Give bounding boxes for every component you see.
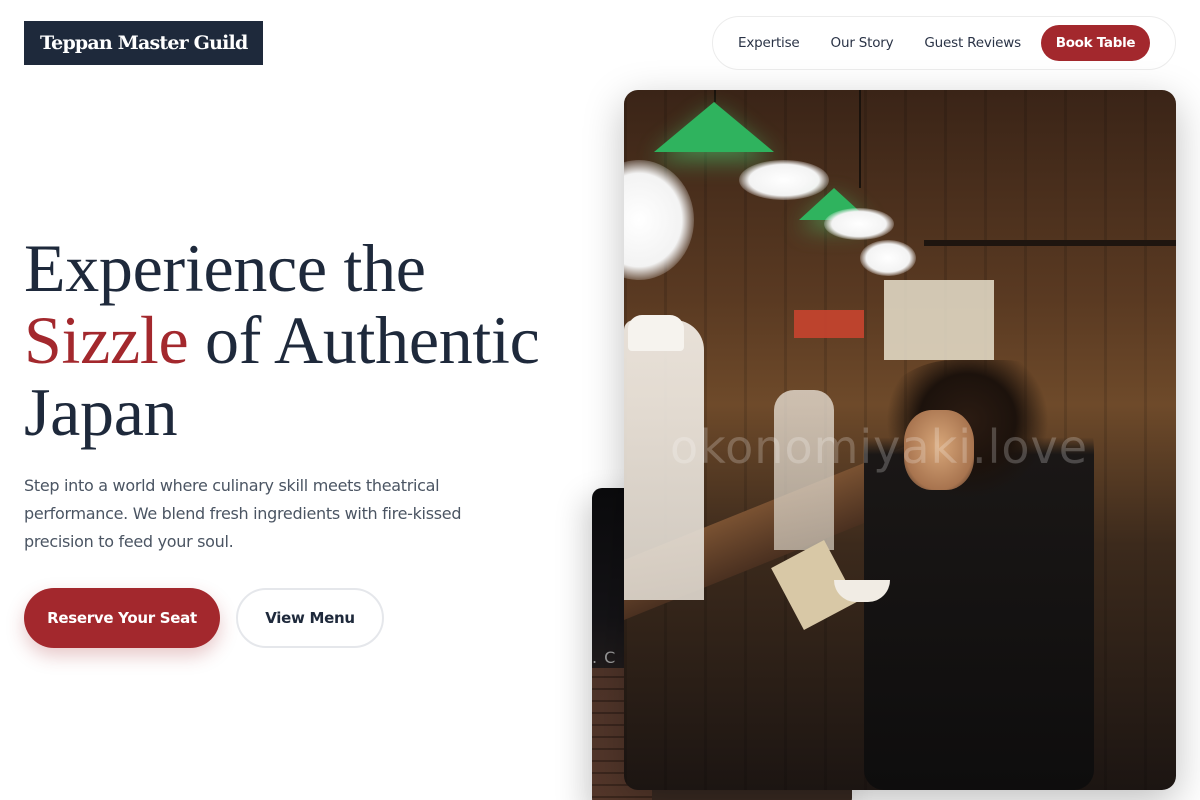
- red-sign: [794, 310, 864, 338]
- view-menu-button[interactable]: View Menu: [236, 588, 384, 648]
- nav-link-guest-reviews[interactable]: Guest Reviews: [924, 35, 1021, 51]
- hero-title-line-2-rest: of Authentic: [188, 302, 540, 378]
- main-nav: Expertise Our Story Guest Reviews Book T…: [712, 16, 1176, 70]
- nav-link-expertise[interactable]: Expertise: [738, 35, 800, 51]
- back-shelf: [924, 240, 1176, 246]
- hero-description: Step into a world where culinary skill m…: [24, 476, 462, 551]
- reserve-seat-button[interactable]: Reserve Your Seat: [24, 588, 220, 648]
- nav-link-our-story[interactable]: Our Story: [831, 35, 894, 51]
- hero-restaurant-photo: okonomiyaki.love: [624, 90, 1176, 790]
- hero-title-line-1: Experience the: [24, 230, 426, 306]
- lamp-cord: [859, 90, 861, 188]
- lamp-glow: [860, 240, 916, 276]
- secondary-photo-caption: . C: [592, 648, 617, 667]
- hero-title-line-3: Japan: [24, 374, 178, 450]
- menu-board: [884, 280, 994, 360]
- book-table-button[interactable]: Book Table: [1041, 25, 1150, 61]
- hero-title-accent: Sizzle: [24, 302, 189, 378]
- image-watermark: okonomiyaki.love: [670, 420, 1089, 474]
- lamp-glow: [824, 208, 894, 240]
- landing-page: Teppan Master Guild Expertise Our Story …: [0, 0, 1200, 800]
- hero-title-line-2: Sizzle of Authentic: [24, 304, 540, 376]
- brand-logo[interactable]: Teppan Master Guild: [24, 21, 264, 65]
- lamp-cord: [714, 90, 716, 102]
- hero-title: Experience the Sizzle of Authentic Japan: [24, 232, 540, 448]
- green-lamp-icon: [654, 102, 774, 152]
- chef-hat: [628, 315, 684, 351]
